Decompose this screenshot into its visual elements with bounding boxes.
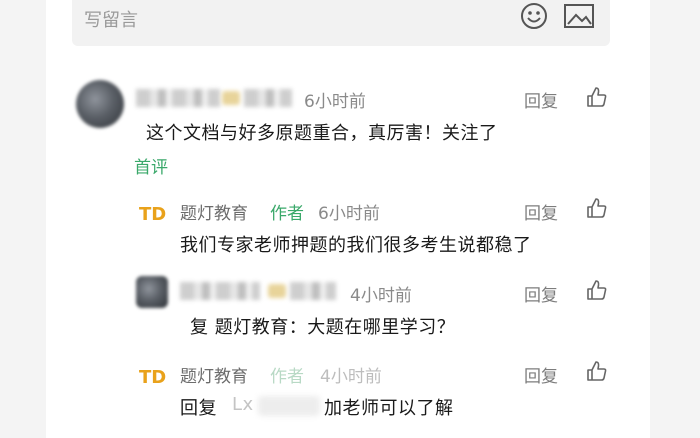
reply-text-faded: Lx [232, 394, 254, 415]
thumbs-up-icon[interactable] [586, 86, 608, 108]
thumbs-up-icon[interactable] [586, 279, 608, 301]
reply-text-blurred [258, 396, 320, 416]
reply-text: 复 题灯教育：大题在哪里学习？ [190, 317, 456, 338]
right-page-edge [650, 0, 700, 438]
author-tag: 作者 [270, 204, 304, 224]
svg-text:TD: TD [139, 367, 166, 388]
commenter-avatar [76, 80, 124, 128]
brand-logo-icon: TD [139, 204, 166, 225]
first-comment-badge: 首评 [134, 158, 168, 178]
brand-logo-icon: TD [139, 367, 166, 388]
commenter-name-blurred-2 [244, 89, 292, 107]
comment-text: 这个文档与好多原题重合，真厉害！关注了 [146, 123, 498, 144]
reply-author: 题灯教育 [180, 204, 248, 224]
svg-text:TD: TD [139, 204, 166, 225]
reply-time: 4小时前 [350, 286, 412, 306]
reply-text-prefix: 回复 [180, 398, 217, 419]
smiley-icon[interactable] [520, 2, 548, 30]
reply-text-suffix: 加老师可以了解 [324, 398, 454, 419]
reply-time: 4小时前 [320, 367, 382, 387]
left-page-edge [0, 0, 46, 438]
reply-time: 6小时前 [318, 204, 380, 224]
reply-text: 我们专家老师押题的我们很多考生说都稳了 [180, 235, 532, 256]
reply-reply-button[interactable]: 回复 [524, 281, 558, 306]
comment-input-placeholder[interactable]: 写留言 [84, 6, 138, 32]
comment-reply-button[interactable]: 回复 [524, 87, 558, 112]
comment-composer[interactable]: 写留言 [72, 0, 610, 46]
thumbs-up-icon[interactable] [586, 360, 608, 382]
reply-user-avatar [136, 276, 168, 308]
commenter-name-blurred [136, 89, 220, 107]
commenter-badge-blurred [222, 91, 240, 105]
reply-reply-button[interactable]: 回复 [524, 362, 558, 387]
comment-time: 6小时前 [304, 92, 366, 112]
reply-reply-button[interactable]: 回复 [524, 199, 558, 224]
reply-author: 题灯教育 [180, 367, 248, 387]
reply-user-name-blurred [180, 282, 260, 300]
author-tag: 作者 [270, 367, 304, 387]
thumbs-up-icon[interactable] [586, 197, 608, 219]
reply-user-name-blurred-2 [290, 282, 336, 300]
image-icon[interactable] [564, 4, 594, 28]
reply-user-badge-blurred [268, 284, 286, 298]
